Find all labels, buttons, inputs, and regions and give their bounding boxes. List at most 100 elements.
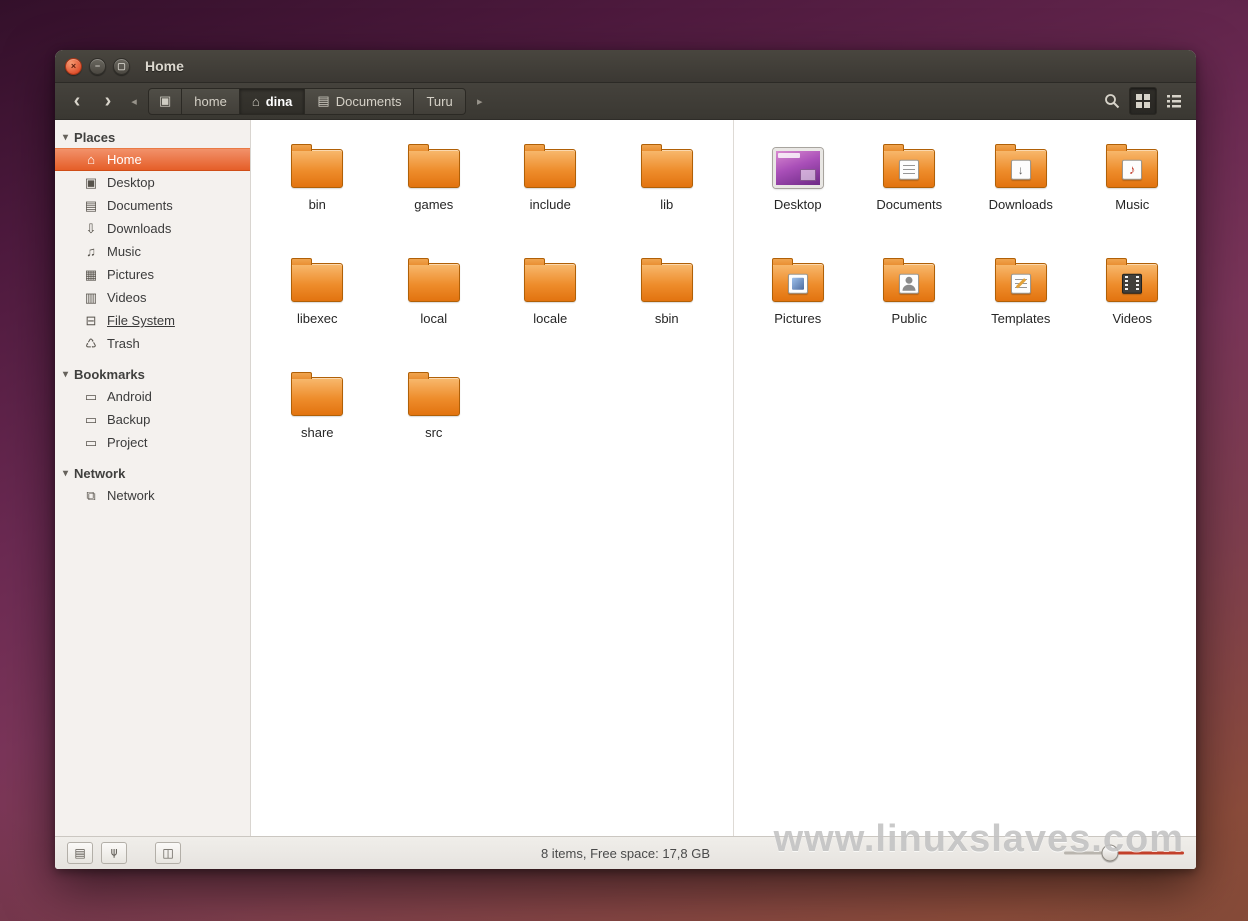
folder-lib[interactable]: lib (614, 142, 720, 212)
music-note-icon: ♫ (86, 244, 96, 259)
list-view-button[interactable] (1160, 87, 1188, 115)
sidebar-item-label: Home (107, 152, 142, 167)
sidebar-item-pictures[interactable]: ▦ Pictures (55, 263, 250, 286)
sidebar-item-home[interactable]: ⌂ Home (55, 148, 250, 171)
sidebar-item-documents[interactable]: ▤ Documents (55, 194, 250, 217)
breadcrumb-scroll-left-button[interactable]: ◂ (125, 87, 143, 115)
breadcrumb: ▣ home ⌂ dina ▤ Documents Turu (148, 87, 466, 115)
folder-include[interactable]: include (497, 142, 603, 212)
minimize-button[interactable]: − (89, 57, 106, 75)
sidebar-item-downloads[interactable]: ⇩ Downloads (55, 217, 250, 240)
sidebar-item-label: Documents (107, 198, 173, 213)
sidebar-item-file-system[interactable]: ⊟ File System (55, 309, 250, 332)
folder-locale[interactable]: locale (497, 256, 603, 326)
search-icon (1105, 94, 1120, 109)
folder-music[interactable]: ♪ Music (1079, 142, 1185, 212)
breadcrumb-scroll-right-button[interactable]: ▸ (471, 87, 489, 115)
icon-view-button[interactable] (1129, 87, 1157, 115)
close-button[interactable]: × (65, 57, 82, 75)
network-icon: ⧉ (86, 487, 96, 503)
folder-icon (407, 372, 460, 416)
show-places-button[interactable]: ▤ (67, 842, 93, 864)
file-label: Documents (876, 197, 943, 212)
folder-icon: ▭ (84, 434, 98, 450)
sidebar-item-network[interactable]: ⧉ Network (55, 484, 250, 507)
folder-public[interactable]: Public (856, 256, 962, 326)
sidebar-item-videos[interactable]: ▥ Videos (55, 286, 250, 309)
folder-downloads[interactable]: ↓ Downloads (968, 142, 1074, 212)
desktop-background: × − ▢ Home ‹ › ◂ ▣ home ⌂ dina ▤ Documen… (0, 0, 1248, 921)
file-manager-window: × − ▢ Home ‹ › ◂ ▣ home ⌂ dina ▤ Documen… (55, 50, 1196, 869)
folder-games[interactable]: games (381, 142, 487, 212)
forward-button[interactable]: › (94, 87, 122, 115)
sidebar-item-music[interactable]: ♫ Music (55, 240, 250, 263)
sidebar-item-android[interactable]: ▭ Android (55, 385, 250, 408)
sidebar-section-label: Bookmarks (74, 367, 145, 382)
photo-emblem-icon (787, 273, 808, 294)
file-label: Pictures (774, 311, 822, 326)
file-label: libexec (297, 311, 338, 326)
icon-slot (1106, 256, 1159, 302)
sidebar-item-backup[interactable]: ▭ Backup (55, 408, 250, 431)
document-icon: ▤ (317, 93, 330, 108)
folder-libexec[interactable]: libexec (264, 256, 370, 326)
sidebar-item-label: Backup (107, 412, 151, 427)
breadcrumb-root-button[interactable]: ▣ (148, 87, 183, 115)
file-label: Videos (1112, 311, 1152, 326)
breadcrumb-dina-button[interactable]: ⌂ dina (239, 87, 306, 115)
sidebar-section-label: Network (74, 466, 126, 481)
back-button[interactable]: ‹ (63, 87, 91, 115)
show-treeview-button[interactable]: ⋔ (101, 842, 127, 864)
folder-documents[interactable]: Documents (856, 142, 962, 212)
sidebar-section-network[interactable]: ▾ Network (55, 462, 250, 484)
icon-slot (291, 256, 344, 302)
sidebar-section-bookmarks[interactable]: ▾ Bookmarks (55, 363, 250, 385)
folder-local[interactable]: local (381, 256, 487, 326)
zoom-slider-handle[interactable] (1101, 844, 1119, 862)
folder-pictures[interactable]: Pictures (745, 256, 851, 326)
sidebar-item-desktop[interactable]: ▣ Desktop (55, 171, 250, 194)
person-emblem-icon (899, 273, 920, 294)
download-icon: ⇩ (85, 220, 97, 236)
folder-videos[interactable]: Videos (1079, 256, 1185, 326)
titlebar: × − ▢ Home (55, 50, 1196, 83)
toggle-pane-button[interactable]: ◫ (155, 842, 181, 864)
breadcrumb-label: Turu (426, 93, 453, 109)
breadcrumb-documents-button[interactable]: ▤ Documents (305, 87, 415, 115)
breadcrumb-turu-button[interactable]: Turu (414, 87, 466, 115)
places-icon: ▤ (74, 846, 86, 860)
folder-bin[interactable]: bin (264, 142, 370, 212)
sidebar-item-label: Trash (107, 336, 140, 351)
zoom-slider[interactable] (1064, 842, 1184, 864)
folder-desktop[interactable]: Desktop (745, 142, 851, 212)
folder-templates[interactable]: Templates (968, 256, 1074, 326)
icon-slot: ↓ (994, 142, 1047, 188)
folder-share[interactable]: share (264, 370, 370, 440)
statusbar: ▤ ⋔ ◫ 8 items, Free space: 17,8 GB (55, 836, 1196, 869)
icon-slot (640, 256, 693, 302)
filmstrip-emblem-icon (1122, 273, 1143, 294)
folder-src[interactable]: src (381, 370, 487, 440)
icon-slot (640, 142, 693, 188)
sidebar-item-label: Network (107, 488, 155, 503)
home-icon: ⌂ (251, 93, 260, 109)
content-area: bin games include lib libexec local loca… (251, 120, 1196, 836)
sidebar-item-project[interactable]: ▭ Project (55, 431, 250, 454)
folder-icon (640, 144, 693, 188)
search-button[interactable] (1098, 87, 1126, 115)
icon-slot (883, 142, 936, 188)
file-label: src (425, 425, 443, 440)
sidebar-section-places[interactable]: ▾ Places (55, 126, 250, 148)
icon-slot (772, 142, 823, 188)
desktop-icon: ▣ (84, 174, 98, 190)
maximize-button[interactable]: ▢ (113, 57, 130, 75)
icon-slot (883, 256, 936, 302)
sidebar-item-trash[interactable]: ♺ Trash (55, 332, 250, 355)
breadcrumb-home-button[interactable]: home (182, 87, 240, 115)
file-label: bin (308, 197, 326, 212)
template-emblem-icon (1010, 273, 1031, 294)
hard-disk-icon: ⊟ (85, 312, 97, 328)
folder-sbin[interactable]: sbin (614, 256, 720, 326)
tree-icon: ⋔ (108, 846, 120, 860)
trash-icon: ♺ (85, 335, 97, 351)
